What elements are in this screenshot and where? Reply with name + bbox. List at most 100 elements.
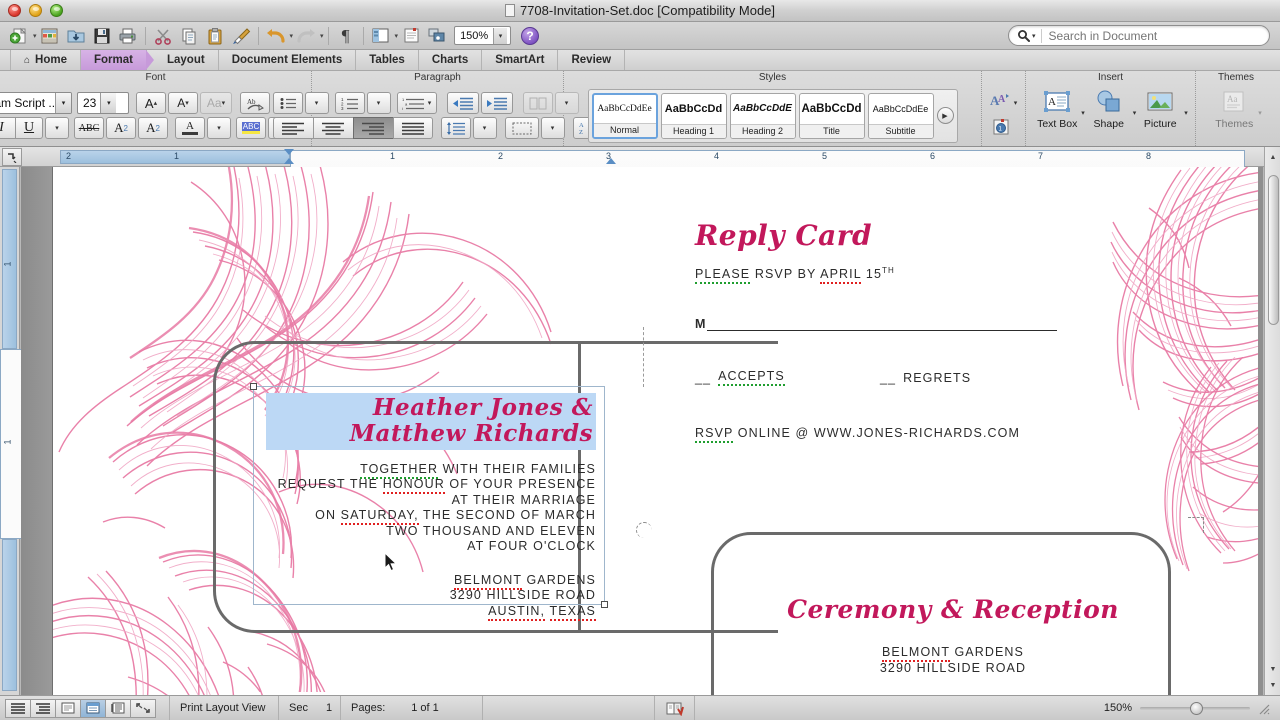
zoom-slider[interactable] <box>1140 702 1250 714</box>
first-line-indent-marker[interactable] <box>284 149 294 155</box>
columns-button[interactable] <box>523 92 553 114</box>
scroll-up-icon[interactable]: ▲ <box>1265 149 1280 165</box>
bullets-button[interactable] <box>273 92 303 114</box>
search-box[interactable]: ▾ <box>1008 25 1270 46</box>
style-title[interactable]: AaBbCcDd Title <box>799 93 865 139</box>
new-doc-icon[interactable] <box>6 24 32 48</box>
tab-layout[interactable]: Layout <box>147 50 219 70</box>
subscript-button[interactable]: A2 <box>138 117 168 139</box>
highlight-button[interactable]: ABC <box>236 117 266 139</box>
reply-card-content[interactable]: Reply Card PLEASE RSVP BY APRIL 15TH M _… <box>695 222 1135 440</box>
pilcrow-icon[interactable]: ¶ <box>333 24 359 48</box>
resize-handle-tl[interactable] <box>250 383 257 390</box>
style-heading-2[interactable]: AaBbCcDdE Heading 2 <box>730 93 796 139</box>
vertical-ruler[interactable]: 1 1 <box>0 167 20 695</box>
zoom-slider-knob[interactable] <box>1190 702 1203 715</box>
themes-dropdown-icon[interactable]: ▾ <box>1258 109 1262 117</box>
picture-dropdown-icon[interactable]: ▾ <box>1184 109 1188 117</box>
regrets-option[interactable]: __ REGRETS <box>880 369 971 386</box>
vertical-scrollbar[interactable]: ▲ ▼ ▼ <box>1264 147 1280 695</box>
toolbox-icon[interactable]: AA <box>990 92 1012 114</box>
insert-shape-button[interactable]: Shape <box>1085 87 1133 130</box>
publishing-view-button[interactable] <box>55 699 81 718</box>
horizontal-ruler[interactable]: 2 1 1 2 3 4 5 6 7 8 <box>0 147 1280 167</box>
print-layout-view-button[interactable] <box>80 699 106 718</box>
tab-format[interactable]: Format <box>81 50 147 70</box>
full-screen-view-button[interactable] <box>130 699 156 718</box>
borders-button[interactable] <box>505 117 539 139</box>
notebook-view-button[interactable] <box>105 699 131 718</box>
accepts-option[interactable]: __ ACCEPTS <box>695 369 880 386</box>
redo-arrow-icon[interactable] <box>293 24 319 48</box>
right-indent-marker[interactable] <box>606 158 616 164</box>
font-color-dropdown-icon[interactable]: ▾ <box>207 117 231 139</box>
invitation-text-content[interactable]: Heather Jones & Matthew Richards TOGETHE… <box>266 393 596 619</box>
media-icon[interactable] <box>424 24 450 48</box>
scroll-down-icon[interactable]: ▼ <box>1265 661 1280 677</box>
line-spacing-button[interactable] <box>441 117 471 139</box>
borders-dropdown-icon[interactable]: ▾ <box>541 117 565 139</box>
style-subtitle[interactable]: AaBbCcDdEe Subtitle <box>868 93 934 139</box>
zoom-combo[interactable]: 150% ▾ <box>454 26 511 45</box>
increase-indent-button[interactable] <box>481 92 513 114</box>
printer-icon[interactable] <box>115 24 141 48</box>
underline-button[interactable]: U <box>15 117 43 139</box>
redo-dropdown-icon[interactable]: ▾ <box>320 32 324 40</box>
scrollbar-thumb[interactable] <box>1268 175 1279 325</box>
copy-icon[interactable] <box>176 24 202 48</box>
tab-document-elements[interactable]: Document Elements <box>219 50 357 70</box>
scissors-icon[interactable] <box>150 24 176 48</box>
align-center-button[interactable] <box>313 117 353 139</box>
insert-text-box-button[interactable]: A Text Box <box>1033 87 1081 130</box>
tab-smartart[interactable]: SmartArt <box>482 50 558 70</box>
floppy-disk-icon[interactable] <box>89 24 115 48</box>
font-name-dropdown-icon[interactable]: ▾ <box>55 93 71 113</box>
tab-review[interactable]: Review <box>558 50 625 70</box>
numbering-dropdown-icon[interactable]: ▾ <box>367 92 391 114</box>
reception-card-content[interactable]: Ceremony & Reception BELMONT GARDENS 329… <box>753 597 1153 676</box>
paintbrush-icon[interactable] <box>228 24 254 48</box>
draft-view-button[interactable] <box>5 699 31 718</box>
style-heading-1[interactable]: AaBbCcDd Heading 1 <box>661 93 727 139</box>
clear-formatting-button[interactable]: Ab <box>240 92 270 114</box>
decrease-indent-button[interactable] <box>447 92 479 114</box>
tab-charts[interactable]: Charts <box>419 50 482 70</box>
align-left-button[interactable] <box>273 117 313 139</box>
spellcheck-book-icon[interactable] <box>655 696 695 720</box>
outline-view-button[interactable] <box>30 699 56 718</box>
clipboard-icon[interactable] <box>202 24 228 48</box>
underline-dropdown-icon[interactable]: ▾ <box>45 117 69 139</box>
tab-home[interactable]: ⌂ Home <box>10 50 81 70</box>
hanging-indent-marker[interactable] <box>284 158 294 164</box>
strikethrough-button[interactable]: ABC <box>74 117 104 139</box>
align-justify-button[interactable] <box>393 117 433 139</box>
reply-card-name-line[interactable]: M <box>695 317 1135 331</box>
bullets-dropdown-icon[interactable]: ▾ <box>305 92 329 114</box>
tab-tables[interactable]: Tables <box>356 50 419 70</box>
multilevel-list-button[interactable]: 1ai ▾ <box>397 92 437 114</box>
search-input[interactable] <box>1041 29 1269 43</box>
reply-card-choices[interactable]: __ ACCEPTS __ REGRETS <box>695 369 1135 386</box>
page-down-icon[interactable]: ▼ <box>1265 677 1280 693</box>
tab-stop-icon[interactable] <box>2 148 22 166</box>
align-right-button[interactable] <box>353 117 393 139</box>
resize-grip-icon[interactable] <box>1256 701 1270 715</box>
styles-more-button[interactable]: ▶ <box>937 107 954 124</box>
invitation-text-box[interactable]: Heather Jones & Matthew Richards TOGETHE… <box>253 386 605 605</box>
sidebar-icon[interactable] <box>368 24 394 48</box>
line-spacing-dropdown-icon[interactable]: ▾ <box>473 117 497 139</box>
font-color-button[interactable]: A <box>175 117 205 139</box>
document-canvas[interactable]: Reply Card PLEASE RSVP BY APRIL 15TH M _… <box>53 167 1263 695</box>
numbering-button[interactable]: 123 <box>335 92 365 114</box>
superscript-button[interactable]: A2 <box>106 117 136 139</box>
grow-font-button[interactable]: A▴ <box>136 92 166 114</box>
style-normal[interactable]: AaBbCcDdEe Normal <box>592 93 658 139</box>
resize-handle-br[interactable] <box>601 601 608 608</box>
gallery-icon[interactable] <box>37 24 63 48</box>
themes-button[interactable]: Aa Themes <box>1210 87 1258 130</box>
search-icon[interactable]: ▾ <box>1009 29 1041 42</box>
italic-button[interactable]: I <box>0 117 15 139</box>
font-size-dropdown-icon[interactable]: ▾ <box>100 93 116 113</box>
ruler-track[interactable]: 2 1 1 2 3 4 5 6 7 8 <box>26 150 1272 164</box>
document-page[interactable]: Reply Card PLEASE RSVP BY APRIL 15TH M _… <box>53 167 1258 695</box>
